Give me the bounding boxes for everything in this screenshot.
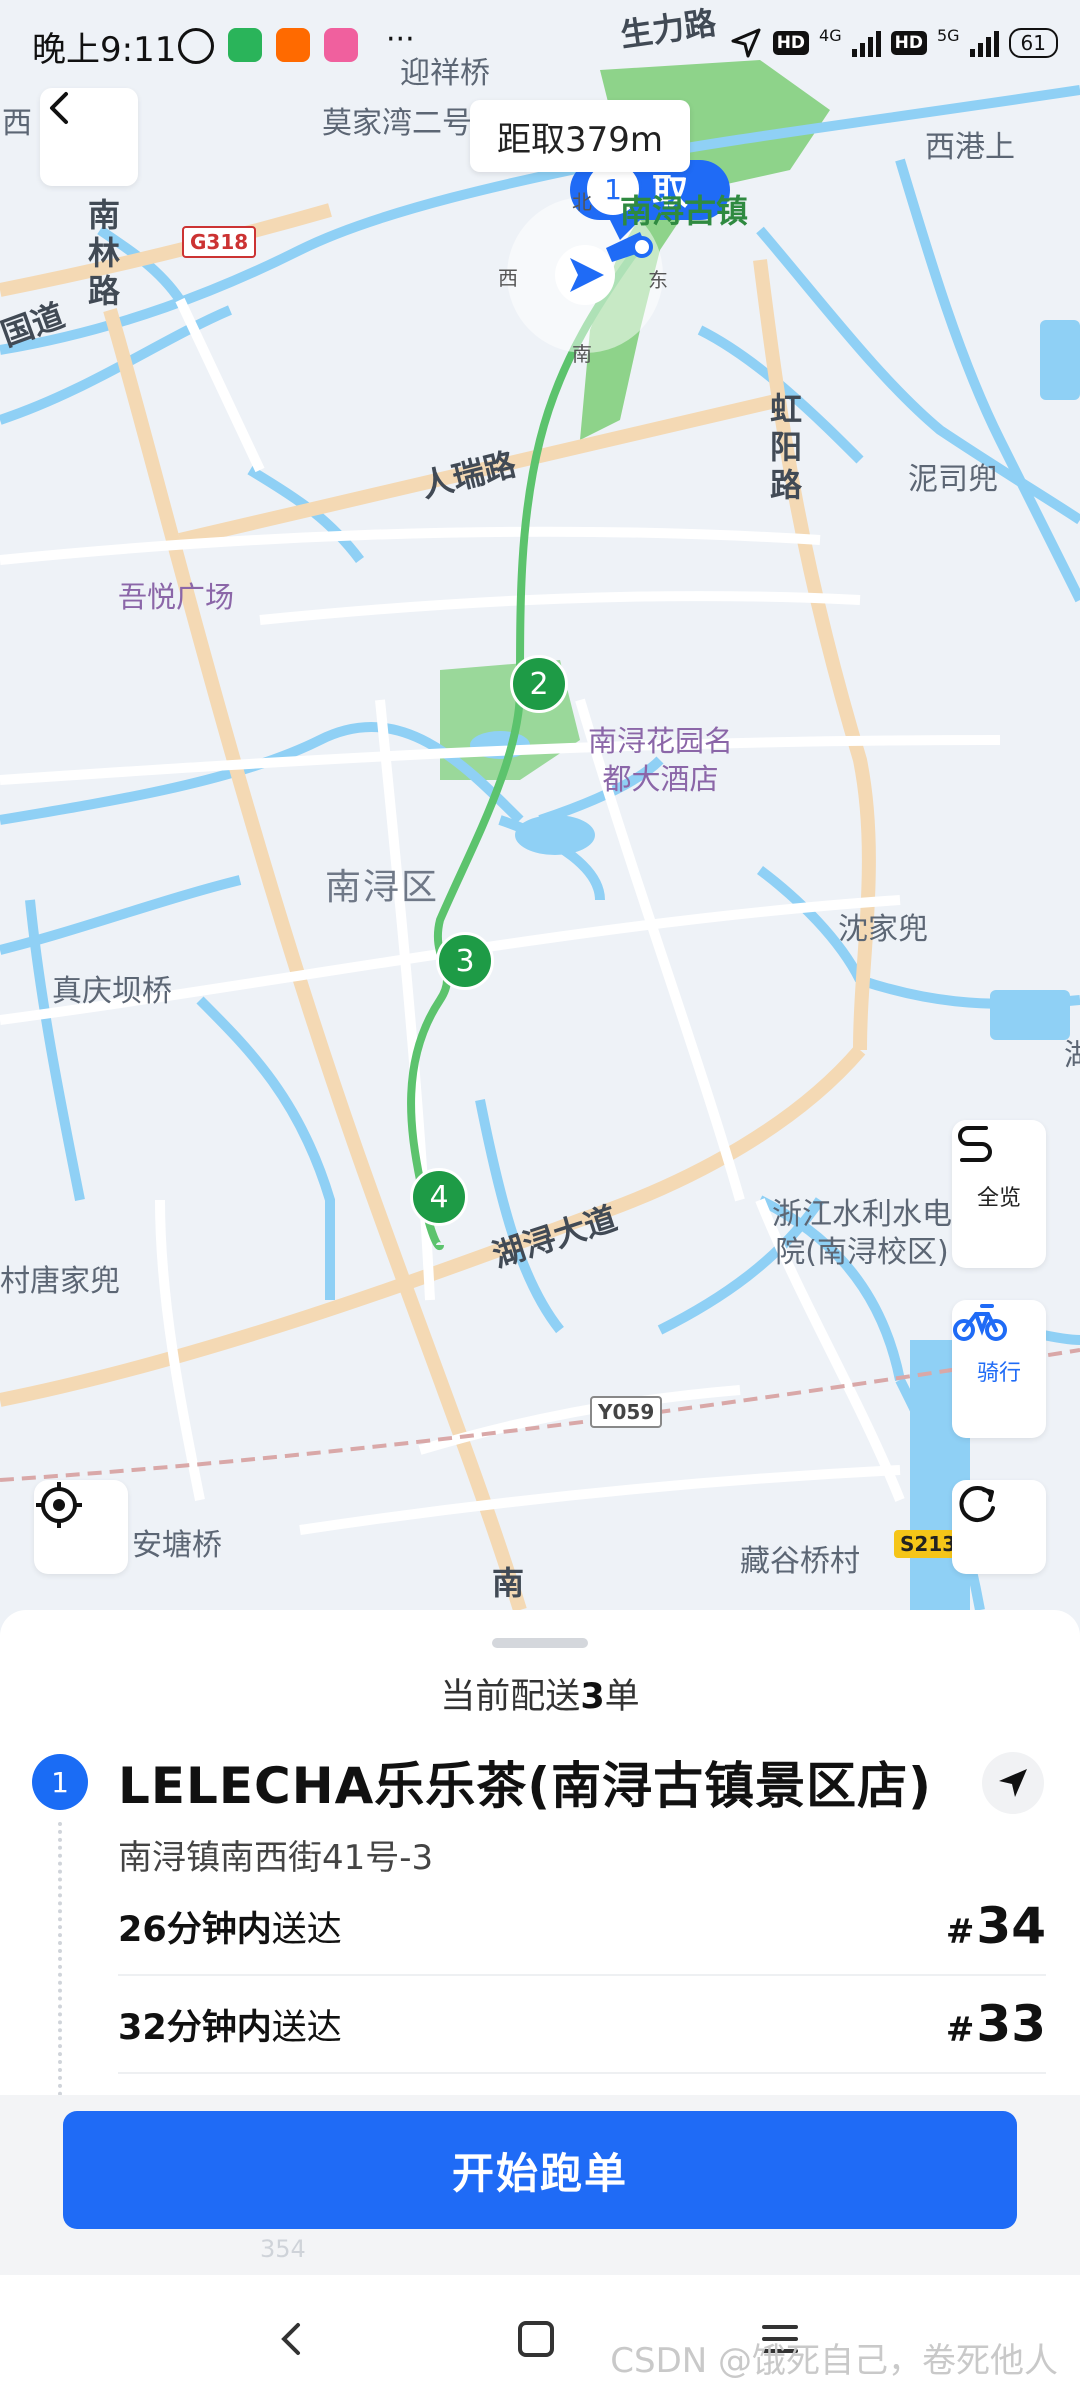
- map-label-shenjiadou: 沈家兜: [838, 912, 928, 947]
- store-address: 南浔镇南西街41号-3: [118, 1838, 434, 1878]
- order-number: #34: [945, 1897, 1046, 1955]
- map-label-xi: 西: [2, 106, 32, 141]
- battery-icon: 61: [1008, 28, 1058, 58]
- map-label-antangqiao: 安塘桥: [132, 1528, 222, 1563]
- hd-badge-1: HD: [772, 31, 810, 55]
- compass-west: 西: [498, 266, 518, 290]
- nav-home-icon[interactable]: [514, 2317, 558, 2361]
- timeline-dots: [58, 1822, 66, 2110]
- refresh-button[interactable]: [952, 1480, 1046, 1574]
- shield-y059: Y059: [590, 1396, 663, 1428]
- map-label-wuyue: 吾悦广场: [118, 580, 235, 614]
- map-canvas: [0, 0, 1080, 1610]
- shield-g318: G318: [182, 226, 257, 258]
- app-notification-icon: [228, 28, 262, 62]
- navigate-button[interactable]: [982, 1752, 1044, 1814]
- compass-south: 南: [572, 342, 592, 366]
- order-eta: 32分钟内送达: [118, 2007, 342, 2048]
- cta-area: 开始跑单 354: [0, 2095, 1080, 2275]
- map-label-nisidou: 泥司兜: [908, 462, 998, 497]
- watermark: CSDN @饿死自己，卷死他人: [610, 2341, 1058, 2381]
- map-label-xigang: 西港上: [925, 130, 1015, 165]
- distance-label: 距取379m: [496, 119, 663, 160]
- map-label-nanlinlu: 南 林 路: [88, 196, 121, 310]
- faded-order-text: 354: [260, 2235, 306, 2263]
- compass-east: 东: [648, 268, 668, 292]
- overview-button[interactable]: 全览: [952, 1120, 1046, 1268]
- order-sheet[interactable]: 当前配送3单 1 LELECHA乐乐茶(南浔古镇景区店) 南浔镇南西街41号-3…: [0, 1610, 1080, 2110]
- status-time: 晚上9:11: [32, 30, 177, 70]
- signal-icon-1: [851, 29, 881, 57]
- map-label-shuili: 浙江水利水电 院(南浔校区): [772, 1197, 952, 1270]
- map-label-hongyanglu: 虹 阳 路: [770, 390, 803, 504]
- delivery-summary: 当前配送3单: [440, 1677, 640, 1717]
- map-label-nanxunqu: 南浔区: [325, 867, 440, 908]
- overview-label: 全览: [976, 1186, 1021, 1211]
- status-right: HD 4G HD 5G 61: [729, 26, 1058, 60]
- back-button[interactable]: [40, 88, 138, 186]
- refresh-icon: [959, 1486, 995, 1522]
- map-label-canggu: 藏谷桥村: [740, 1544, 860, 1579]
- hd-badge-2: HD: [890, 31, 927, 55]
- signal-icon-2: [969, 29, 999, 57]
- map-view[interactable]: 1 取 北 南 西 东 2 3 4 迎祥桥 莫家湾二号 西港上 西 南 林 路 …: [0, 0, 1080, 1610]
- locate-button[interactable]: [34, 1480, 128, 1574]
- alarm-icon: [178, 28, 214, 64]
- map-label-guzhen: 南浔古镇: [620, 192, 749, 230]
- network-type-1: 4G: [819, 26, 842, 45]
- riding-mode-button[interactable]: 骑行: [952, 1300, 1046, 1438]
- order-eta: 26分钟内送达: [118, 1909, 342, 1950]
- system-nav-bar: CSDN @饿死自己，卷死他人: [0, 2275, 1080, 2401]
- more-notifications-icon: ···: [386, 22, 415, 57]
- sheet-grab-handle[interactable]: [492, 1638, 588, 1648]
- order-row[interactable]: 26分钟内送达 #34: [118, 1878, 1046, 1976]
- waypoint-2-pin[interactable]: 2: [510, 655, 568, 713]
- route-overview-icon: [958, 1126, 992, 1162]
- map-label-mojiawan: 莫家湾二号: [322, 106, 472, 141]
- map-label-hotel: 南浔花园名 都大酒店: [588, 724, 734, 796]
- shop-notification-icon: [324, 28, 358, 62]
- distance-bubble: 距取379m: [470, 100, 690, 172]
- store-name: LELECHA乐乐茶(南浔古镇景区店): [118, 1757, 932, 1815]
- map-label-hu: 湖: [1064, 1038, 1080, 1073]
- store-index-badge: 1: [32, 1754, 88, 1810]
- waypoint-4-pin[interactable]: 4: [410, 1168, 468, 1226]
- order-number: #33: [945, 1995, 1046, 2053]
- navigation-arrow-icon: [999, 1769, 1027, 1797]
- riding-label: 骑行: [976, 1361, 1021, 1386]
- user-dot: [631, 236, 653, 258]
- map-label-zhenqingba: 真庆坝桥: [52, 974, 172, 1009]
- map-label-tangjiadou: 村唐家兜: [0, 1264, 120, 1299]
- order-row[interactable]: 32分钟内送达 #33: [118, 1976, 1046, 2074]
- compass-north: 北: [572, 190, 592, 214]
- location-icon: [731, 28, 761, 58]
- waypoint-3-pin[interactable]: 3: [436, 932, 494, 990]
- start-delivery-button[interactable]: 开始跑单: [63, 2111, 1017, 2229]
- status-bar: 晚上9:11 ··· HD 4G HD 5G 61: [0, 0, 1080, 90]
- mi-notification-icon: [276, 28, 310, 62]
- bike-icon: [953, 1304, 1007, 1341]
- map-label-nan: 南: [492, 1564, 525, 1602]
- nav-back-icon[interactable]: [270, 2317, 314, 2361]
- chevron-left-icon: [50, 92, 68, 124]
- network-type-2: 5G: [936, 26, 960, 45]
- crosshair-icon: [36, 1482, 82, 1528]
